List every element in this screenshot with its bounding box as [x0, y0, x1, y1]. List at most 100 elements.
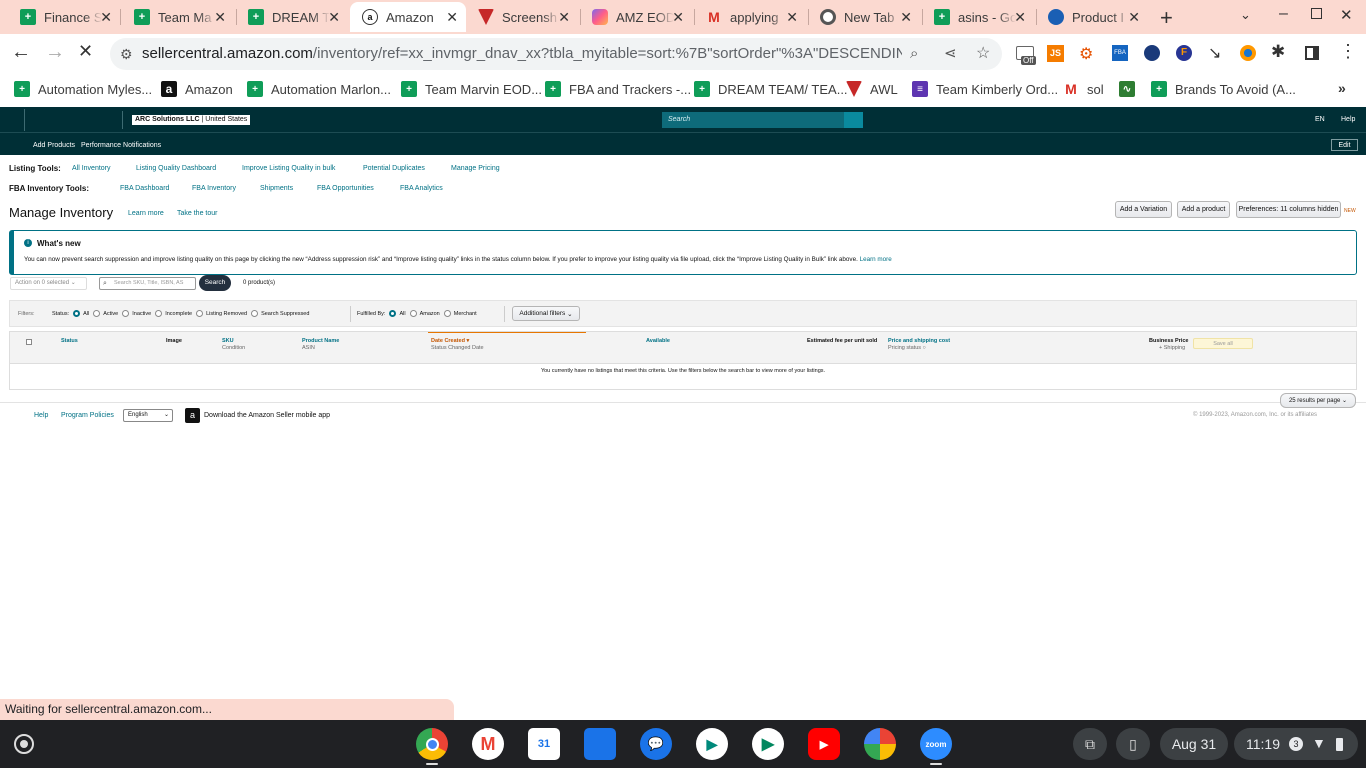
- tab-amazon[interactable]: a Amazon ✕: [350, 2, 466, 32]
- more-bookmarks-icon[interactable]: »: [1338, 80, 1346, 96]
- launcher-icon[interactable]: [14, 734, 34, 754]
- bookmark-item[interactable]: Msol: [1063, 81, 1103, 97]
- extensions-puzzle-icon[interactable]: ✱: [1271, 42, 1285, 62]
- bookmark-item[interactable]: + Team Marvin EOD...: [401, 81, 542, 97]
- search-button[interactable]: Search: [199, 275, 231, 291]
- footer-language-select[interactable]: English ⌄: [123, 409, 173, 422]
- account-switcher[interactable]: ARC Solutions LLC | United States: [132, 115, 251, 125]
- bookmark-item[interactable]: a Amazon: [161, 81, 233, 97]
- close-icon[interactable]: ✕: [214, 9, 226, 26]
- status-radio-all[interactable]: [73, 310, 81, 317]
- col-date-created[interactable]: Date Created ▾: [431, 338, 469, 344]
- link-fba-analytics[interactable]: FBA Analytics: [400, 185, 443, 192]
- site-info-icon[interactable]: ⚙: [120, 38, 133, 70]
- fulfilled-radio-amazon[interactable]: [409, 310, 417, 317]
- tab-search-chevron-icon[interactable]: ⌄: [1240, 7, 1251, 23]
- bookmark-item[interactable]: + DREAM TEAM/ TEA...: [694, 81, 848, 97]
- stop-icon[interactable]: ✕: [78, 41, 93, 62]
- bookmark-item[interactable]: AWL: [846, 81, 898, 97]
- tab-amz-eod[interactable]: AMZ EOD ✕: [572, 2, 692, 32]
- calendar-app-icon[interactable]: 31: [528, 728, 560, 760]
- link-fba-dashboard[interactable]: FBA Dashboard: [120, 185, 169, 192]
- bookmark-item[interactable]: ∿: [1119, 81, 1143, 97]
- close-window-icon[interactable]: ✕: [1340, 6, 1353, 24]
- back-icon[interactable]: ←: [11, 41, 31, 64]
- footer-program-policies-link[interactable]: Program Policies: [61, 412, 114, 419]
- save-all-button[interactable]: Save all: [1193, 338, 1253, 349]
- link-improve-listing-quality[interactable]: Improve Listing Quality in bulk: [242, 165, 335, 172]
- gmail-app-icon[interactable]: M: [472, 728, 504, 760]
- close-icon[interactable]: ✕: [100, 9, 112, 26]
- tab-screenshot[interactable]: Screensh ✕: [458, 2, 578, 32]
- add-variation-button[interactable]: Add a Variation: [1115, 201, 1172, 218]
- bookmark-item[interactable]: ≡ Team Kimberly Ord...: [912, 81, 1058, 97]
- chrome-app-icon[interactable]: [416, 728, 448, 760]
- tab-new-tab[interactable]: New Tab ✕: [800, 2, 920, 32]
- close-icon[interactable]: ✕: [1014, 9, 1026, 26]
- bookmark-item[interactable]: + Brands To Avoid (A...: [1151, 81, 1296, 97]
- footer-help-link[interactable]: Help: [34, 412, 48, 419]
- col-price[interactable]: Price and shipping cost: [888, 338, 950, 344]
- language-selector[interactable]: EN: [1315, 116, 1325, 123]
- additional-filters-button[interactable]: Additional filters ⌄: [512, 306, 580, 321]
- phone-hub-icon[interactable]: ▯: [1116, 728, 1150, 760]
- status-radio-incomplete[interactable]: [155, 310, 163, 317]
- close-icon[interactable]: ✕: [786, 9, 798, 26]
- inventory-search-input[interactable]: ⌕ Search SKU, Title, ISBN, AS: [99, 277, 196, 290]
- link-fba-inventory[interactable]: FBA Inventory: [192, 185, 236, 192]
- restore-icon[interactable]: [1311, 8, 1322, 19]
- chat-app-icon[interactable]: 💬: [640, 728, 672, 760]
- preferences-button[interactable]: Preferences: 11 columns hidden: [1236, 201, 1341, 218]
- link-manage-pricing[interactable]: Manage Pricing: [451, 165, 500, 172]
- whats-new-learn-more[interactable]: Learn more: [860, 256, 892, 263]
- col-available[interactable]: Available: [646, 338, 670, 344]
- tab-product[interactable]: Product I ✕: [1028, 2, 1148, 32]
- arrow-extension-icon[interactable]: ↘: [1208, 43, 1221, 63]
- bookmark-item[interactable]: + Automation Myles...: [14, 81, 152, 97]
- link-listing-quality-dashboard[interactable]: Listing Quality Dashboard: [136, 165, 216, 172]
- play-store-app-icon[interactable]: ▶: [752, 728, 784, 760]
- help-link[interactable]: Help: [1341, 116, 1355, 123]
- side-panel-icon[interactable]: [1305, 46, 1319, 60]
- close-icon[interactable]: ✕: [558, 9, 570, 26]
- fba-extension-icon[interactable]: FBA: [1112, 45, 1128, 61]
- forward-icon[interactable]: →: [45, 41, 65, 64]
- take-tour-link[interactable]: Take the tour: [177, 210, 217, 217]
- js-extension-icon[interactable]: JS: [1047, 45, 1064, 62]
- circle-extension-icon[interactable]: [1240, 45, 1256, 61]
- bookmark-item[interactable]: + FBA and Trackers -...: [545, 81, 691, 97]
- address-bar[interactable]: ⚙ sellercentral.amazon.com/inventory/ref…: [110, 38, 1002, 70]
- edit-nav-button[interactable]: Edit: [1331, 139, 1358, 151]
- select-all-checkbox[interactable]: [26, 339, 32, 345]
- global-search-input[interactable]: Search: [662, 112, 844, 128]
- status-radio-search-suppressed[interactable]: [251, 310, 259, 317]
- link-shipments[interactable]: Shipments: [260, 185, 293, 192]
- col-status[interactable]: Status: [61, 338, 78, 344]
- new-tab-plus-icon[interactable]: +: [1160, 5, 1173, 31]
- youtube-app-icon[interactable]: ▶: [808, 728, 840, 760]
- close-icon[interactable]: ✕: [900, 9, 912, 26]
- minimize-icon[interactable]: –: [1279, 5, 1288, 23]
- link-fba-opportunities[interactable]: FBA Opportunities: [317, 185, 374, 192]
- bookmark-item[interactable]: + Automation Marlon...: [247, 81, 391, 97]
- tab-dream[interactable]: + DREAM T ✕: [228, 2, 348, 32]
- photos-app-icon[interactable]: [864, 728, 896, 760]
- tab-finance[interactable]: + Finance S ✕: [0, 2, 120, 32]
- learn-more-link[interactable]: Learn more: [128, 210, 164, 217]
- results-per-page-dropdown[interactable]: 25 results per page ⌄: [1280, 393, 1356, 408]
- close-icon[interactable]: ✕: [328, 9, 340, 26]
- close-icon[interactable]: ✕: [1128, 9, 1140, 26]
- share-icon[interactable]: ⋖: [944, 38, 957, 70]
- nav-performance-notifications[interactable]: Performance Notifications: [81, 142, 161, 149]
- keepa-extension-icon[interactable]: ⚙: [1079, 44, 1093, 64]
- tab-asins[interactable]: + asins - Go ✕: [914, 2, 1034, 32]
- meet-app-icon[interactable]: ▶: [696, 728, 728, 760]
- close-icon[interactable]: ✕: [672, 9, 684, 26]
- fulfilled-radio-all[interactable]: [389, 310, 397, 317]
- seller-extension-icon[interactable]: [1144, 45, 1160, 61]
- files-app-icon[interactable]: [584, 728, 616, 760]
- status-radio-inactive[interactable]: [122, 310, 130, 317]
- zoom-icon[interactable]: ⌕: [910, 38, 918, 70]
- zoom-app-icon[interactable]: zoom: [920, 728, 952, 760]
- date-tray[interactable]: Aug 31: [1160, 728, 1228, 760]
